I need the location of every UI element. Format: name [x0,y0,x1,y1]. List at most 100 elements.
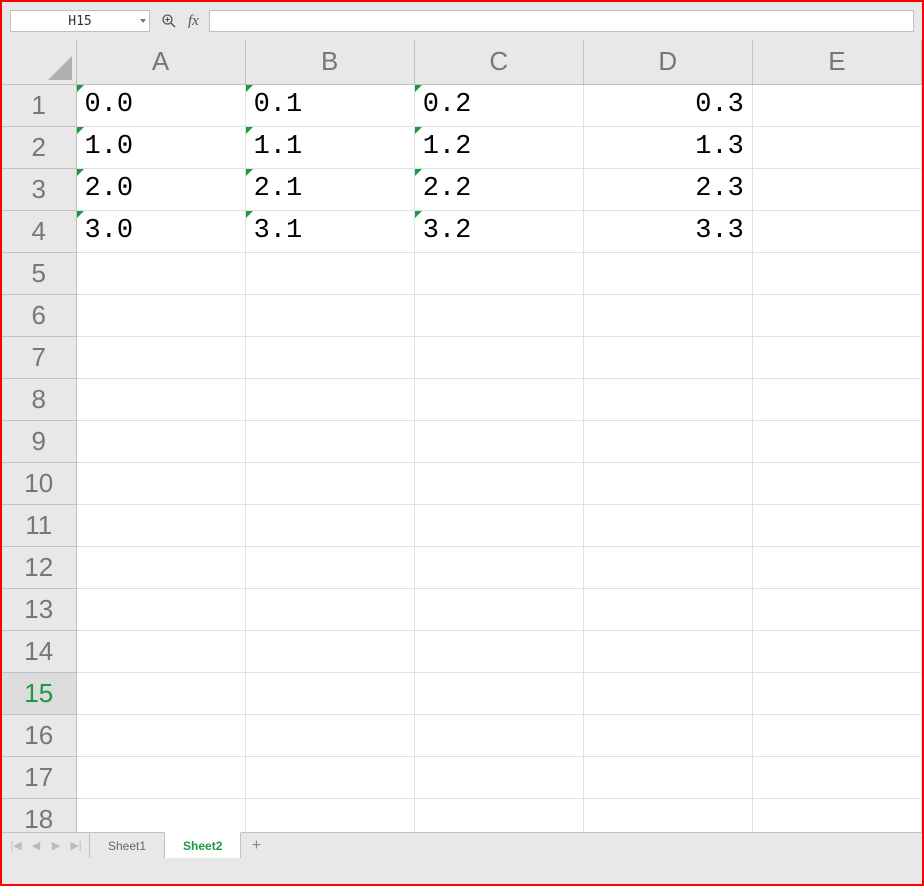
cell-B4[interactable]: 3.1 [245,210,414,252]
row-header-10[interactable]: 10 [2,462,76,504]
formula-input[interactable] [209,10,914,32]
cell-C8[interactable] [414,378,583,420]
cell-B17[interactable] [245,756,414,798]
cell-D7[interactable] [583,336,752,378]
chevron-down-icon[interactable] [140,19,146,23]
row-header-16[interactable]: 16 [2,714,76,756]
cell-C16[interactable] [414,714,583,756]
cell-A2[interactable]: 1.0 [76,126,245,168]
cell-D8[interactable] [583,378,752,420]
cell-E7[interactable] [752,336,921,378]
cell-D13[interactable] [583,588,752,630]
row-header-9[interactable]: 9 [2,420,76,462]
cell-A14[interactable] [76,630,245,672]
cell-A16[interactable] [76,714,245,756]
cell-C7[interactable] [414,336,583,378]
row-header-1[interactable]: 1 [2,84,76,126]
cell-B6[interactable] [245,294,414,336]
row-header-6[interactable]: 6 [2,294,76,336]
cell-B5[interactable] [245,252,414,294]
row-header-11[interactable]: 11 [2,504,76,546]
tab-nav-prev-icon[interactable]: ◀ [26,839,46,852]
cell-E15[interactable] [752,672,921,714]
row-header-15[interactable]: 15 [2,672,76,714]
spreadsheet-grid[interactable]: ABCDE10.00.10.20.321.01.11.21.332.02.12.… [2,40,922,858]
cell-D2[interactable]: 1.3 [583,126,752,168]
cell-E14[interactable] [752,630,921,672]
cell-C2[interactable]: 1.2 [414,126,583,168]
cell-D12[interactable] [583,546,752,588]
cell-E13[interactable] [752,588,921,630]
cell-B3[interactable]: 2.1 [245,168,414,210]
cell-D15[interactable] [583,672,752,714]
cell-A1[interactable]: 0.0 [76,84,245,126]
row-header-4[interactable]: 4 [2,210,76,252]
cell-E4[interactable] [752,210,921,252]
cell-D11[interactable] [583,504,752,546]
cell-C9[interactable] [414,420,583,462]
column-header-B[interactable]: B [245,40,414,84]
cell-B2[interactable]: 1.1 [245,126,414,168]
row-header-5[interactable]: 5 [2,252,76,294]
cell-E6[interactable] [752,294,921,336]
row-header-8[interactable]: 8 [2,378,76,420]
cell-A4[interactable]: 3.0 [76,210,245,252]
row-header-2[interactable]: 2 [2,126,76,168]
cell-C1[interactable]: 0.2 [414,84,583,126]
cell-C11[interactable] [414,504,583,546]
cell-C15[interactable] [414,672,583,714]
cell-E3[interactable] [752,168,921,210]
cell-C10[interactable] [414,462,583,504]
add-sheet-button[interactable]: + [241,833,271,858]
cell-C3[interactable]: 2.2 [414,168,583,210]
cell-A8[interactable] [76,378,245,420]
cell-B13[interactable] [245,588,414,630]
row-header-13[interactable]: 13 [2,588,76,630]
row-header-7[interactable]: 7 [2,336,76,378]
cell-E1[interactable] [752,84,921,126]
cell-B10[interactable] [245,462,414,504]
tab-nav-first-icon[interactable]: |◀ [6,839,26,852]
column-header-C[interactable]: C [414,40,583,84]
cell-C17[interactable] [414,756,583,798]
select-all-corner[interactable] [2,40,76,84]
cell-A6[interactable] [76,294,245,336]
cell-C4[interactable]: 3.2 [414,210,583,252]
cell-E16[interactable] [752,714,921,756]
cell-B8[interactable] [245,378,414,420]
cell-D3[interactable]: 2.3 [583,168,752,210]
cell-E5[interactable] [752,252,921,294]
cell-E10[interactable] [752,462,921,504]
column-header-A[interactable]: A [76,40,245,84]
cell-A15[interactable] [76,672,245,714]
cell-B12[interactable] [245,546,414,588]
cell-C5[interactable] [414,252,583,294]
tab-nav-last-icon[interactable]: ▶| [66,839,86,852]
cell-D14[interactable] [583,630,752,672]
cell-D10[interactable] [583,462,752,504]
cell-C13[interactable] [414,588,583,630]
cell-C12[interactable] [414,546,583,588]
cell-C6[interactable] [414,294,583,336]
cell-D6[interactable] [583,294,752,336]
cell-B9[interactable] [245,420,414,462]
cell-B15[interactable] [245,672,414,714]
tab-sheet1[interactable]: Sheet1 [89,833,165,858]
tab-nav-next-icon[interactable]: ▶ [46,839,66,852]
cell-B11[interactable] [245,504,414,546]
row-header-14[interactable]: 14 [2,630,76,672]
name-box[interactable]: H15 [10,10,150,32]
cell-A13[interactable] [76,588,245,630]
cell-D9[interactable] [583,420,752,462]
cell-A17[interactable] [76,756,245,798]
column-header-D[interactable]: D [583,40,752,84]
cell-E11[interactable] [752,504,921,546]
cell-D16[interactable] [583,714,752,756]
cell-D4[interactable]: 3.3 [583,210,752,252]
cell-C14[interactable] [414,630,583,672]
cell-A7[interactable] [76,336,245,378]
cell-D1[interactable]: 0.3 [583,84,752,126]
fx-label[interactable]: fx [188,13,199,30]
cell-E2[interactable] [752,126,921,168]
row-header-3[interactable]: 3 [2,168,76,210]
